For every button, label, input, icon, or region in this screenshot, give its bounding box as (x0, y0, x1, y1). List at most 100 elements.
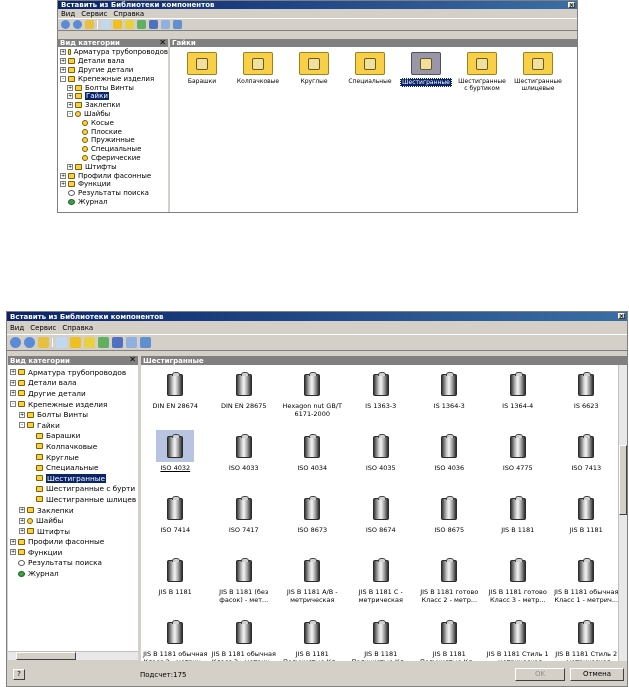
expand-icon[interactable]: + (60, 172, 66, 179)
nut-item[interactable]: ISO 8674 (347, 492, 416, 535)
up-folder-icon[interactable] (38, 337, 49, 348)
tree-node-function[interactable]: + Функции (58, 180, 168, 189)
nut-item[interactable]: JIS B 1181 (141, 554, 210, 597)
nut-item[interactable]: IS 1364-3 (415, 368, 484, 411)
tree-node-function[interactable]: + Функции (8, 547, 138, 558)
tree-node-fitting[interactable]: + Арматура трубопроводов (8, 367, 138, 378)
back-icon[interactable] (61, 20, 70, 29)
menu-help[interactable]: Справка (113, 10, 144, 18)
nut-item[interactable]: IS 1364-4 (484, 368, 553, 411)
grid-vertical-scrollbar[interactable] (618, 365, 627, 661)
nut-item[interactable]: JIS B 1181 готово Класс 2 - метр... (415, 554, 484, 604)
favorites-icon[interactable] (113, 20, 122, 29)
tree-node-nut[interactable]: - Гайки (8, 420, 138, 431)
expand-icon[interactable]: + (19, 528, 25, 535)
collapse-icon[interactable]: - (19, 422, 25, 429)
expand-icon[interactable]: + (10, 549, 16, 556)
expand-icon[interactable]: + (60, 58, 66, 65)
nut-item[interactable]: IS 6623 (552, 368, 618, 411)
menu-help[interactable]: Справка (62, 324, 93, 332)
expand-icon[interactable]: + (19, 411, 25, 418)
tree-node-pin[interactable]: + Штифты (58, 162, 168, 171)
category-folder[interactable]: Шестигранные с буртиком (456, 52, 508, 92)
nut-item[interactable]: ISO 7413 (552, 430, 618, 473)
filter-icon[interactable] (125, 20, 134, 29)
cancel-button[interactable]: Отмена (570, 668, 624, 681)
favorites-icon[interactable] (70, 337, 81, 348)
nut-item[interactable]: JIS B 1181 (552, 492, 618, 535)
tree-node-washer[interactable]: Специальные (58, 145, 168, 154)
nut-item[interactable]: JIS B 1181Получистые Кл... (347, 616, 416, 661)
menu-service[interactable]: Сервис (30, 324, 56, 332)
expand-icon[interactable]: + (67, 93, 73, 100)
back-icon[interactable] (10, 337, 21, 348)
ok-button[interactable]: OK (515, 668, 565, 681)
tree-node-profile[interactable]: + Профили фасонные (58, 171, 168, 180)
tree-node-folder[interactable]: + Другие детали (8, 388, 138, 399)
tree-node-nut[interactable]: Шестигранные с бурти (8, 484, 138, 495)
tree-view-icon[interactable] (149, 20, 158, 29)
nut-item[interactable]: DIN EN 28675 (210, 368, 279, 411)
help-button[interactable]: ? (13, 669, 25, 680)
tree-node-rivet[interactable]: + Заклепки (58, 101, 168, 110)
nut-item[interactable]: ISO 4775 (484, 430, 553, 473)
nut-item[interactable]: JIS B 1181 обычнаяКласс 3 - метрич... (210, 616, 279, 661)
nut-item[interactable]: ISO 4034 (278, 430, 347, 473)
search-icon[interactable] (56, 337, 67, 348)
expand-icon[interactable]: + (67, 102, 73, 109)
expand-icon[interactable]: + (19, 507, 25, 514)
grid-scroll-thumb[interactable] (619, 445, 627, 515)
tree-node-shaft[interactable]: + Детали вала (8, 378, 138, 389)
tree-node-washer[interactable]: + Шайбы (8, 515, 138, 526)
tree-node-search[interactable]: Результаты поиска (8, 558, 138, 569)
tree-node-journal[interactable]: Журнал (58, 198, 168, 207)
tree-node-nut[interactable]: Специальные (8, 462, 138, 473)
view-mode-icon[interactable] (126, 337, 137, 348)
expand-icon[interactable]: + (10, 379, 16, 386)
nut-item[interactable]: JIS B 1181 обычнаяКласс 2 - метрич... (141, 616, 210, 661)
tree-node-profile[interactable]: + Профили фасонные (8, 537, 138, 548)
nut-item[interactable]: ISO 8673 (278, 492, 347, 535)
nut-item[interactable]: DIN EN 28674 (141, 368, 210, 411)
collapse-icon[interactable]: - (60, 75, 66, 82)
nut-item[interactable]: JIS B 1181 обычная Класс 1 - метрич... (552, 554, 618, 604)
tree-scroll-thumb[interactable] (16, 652, 76, 660)
category-folder[interactable]: Круглые (288, 52, 340, 85)
split-view-icon[interactable] (140, 337, 151, 348)
expand-icon[interactable]: + (10, 538, 16, 545)
menu-service[interactable]: Сервис (81, 10, 107, 18)
expand-icon[interactable]: + (67, 163, 73, 170)
tree-node-fastener[interactable]: - Крепежные изделия (8, 399, 138, 410)
tree-node-fitting[interactable]: + Арматура трубопроводов (58, 48, 168, 57)
tree-node-washer[interactable]: Сферические (58, 154, 168, 163)
tree-node-nut[interactable]: Круглые (8, 452, 138, 463)
tree-node-journal[interactable]: Журнал (8, 568, 138, 579)
tree-node-washer[interactable]: Косые (58, 118, 168, 127)
tree-view-icon[interactable] (112, 337, 123, 348)
close-pane-icon[interactable]: ✕ (159, 39, 166, 47)
menu-view[interactable]: Вид (61, 10, 75, 18)
split-view-icon[interactable] (173, 20, 182, 29)
nut-item[interactable]: JIS B 1181 A/B - метрическая (278, 554, 347, 604)
refresh-icon[interactable] (98, 337, 109, 348)
nut-item[interactable]: ISO 4035 (347, 430, 416, 473)
tree-node-shaft[interactable]: + Детали вала (58, 57, 168, 66)
tree-node-rivet[interactable]: + Заклепки (8, 505, 138, 516)
nut-item[interactable]: JIS B 1181 (без фасок) - мет... (210, 554, 279, 604)
category-folder[interactable]: Барашки (176, 52, 228, 85)
tree-node-nut[interactable]: Колпачковые (8, 441, 138, 452)
nut-item[interactable]: JIS B 1181Получистые Кл... (415, 616, 484, 661)
tree-node-folder[interactable]: + Другие детали (58, 66, 168, 75)
category-folder[interactable]: Колпачковые (232, 52, 284, 85)
tree-node-pin[interactable]: + Штифты (8, 526, 138, 537)
category-folder[interactable]: Специальные (344, 52, 396, 85)
forward-icon[interactable] (73, 20, 82, 29)
expand-icon[interactable]: + (60, 66, 66, 73)
expand-icon[interactable]: + (19, 517, 25, 524)
tree-node-search[interactable]: Результаты поиска (58, 189, 168, 198)
nut-item[interactable]: ISO 4033 (210, 430, 279, 473)
tree-node-washer[interactable]: Пружинные (58, 136, 168, 145)
nut-item[interactable]: JIS B 1181 (484, 492, 553, 535)
tree-horizontal-scrollbar[interactable] (8, 651, 138, 660)
tree-node-nut[interactable]: Шестигранные шлицев (8, 494, 138, 505)
